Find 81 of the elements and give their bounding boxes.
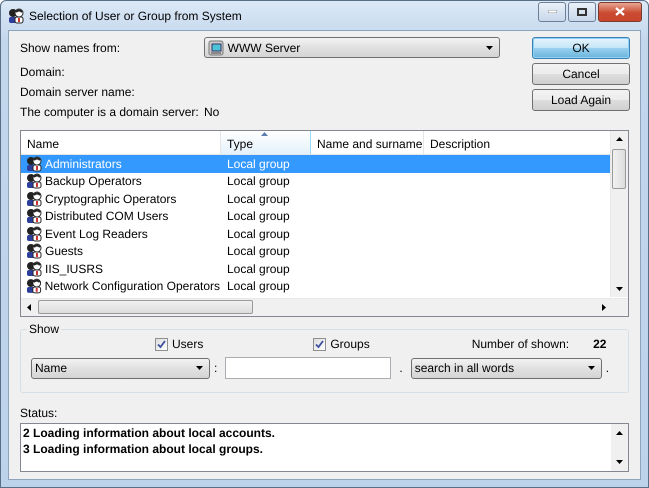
close-icon — [615, 7, 625, 16]
group-type: Local group — [226, 279, 290, 294]
search-mode-dropdown[interactable]: search in all words — [410, 358, 602, 378]
group-type: Local group — [226, 156, 290, 171]
column-header[interactable]: Type — [221, 131, 311, 154]
checkbox-label: Users — [172, 337, 204, 351]
count-value: 22 — [593, 337, 606, 351]
list-row[interactable]: IIS_IUSRS Local group — [21, 260, 613, 278]
window-title: Selection of User or Group from System — [29, 8, 243, 22]
source-dropdown[interactable]: WWW Server — [204, 37, 500, 58]
dialog-button[interactable]: Cancel — [532, 63, 630, 85]
vertical-scrollbar[interactable] — [611, 424, 628, 471]
status-label: Status: — [20, 406, 58, 420]
group-type: Local group — [226, 262, 290, 276]
dialog-button[interactable]: Load Again — [532, 89, 630, 111]
checkbox[interactable] — [313, 338, 326, 350]
scroll-thumb[interactable] — [38, 300, 253, 314]
checkbox[interactable] — [155, 338, 168, 350]
list-row[interactable]: Distributed COM Users Local group — [21, 208, 613, 225]
group-icon — [25, 208, 43, 224]
search-field[interactable] — [225, 357, 392, 379]
caret-icon — [196, 366, 203, 370]
scroll-up-icon[interactable] — [616, 431, 623, 435]
scroll-up-icon[interactable] — [616, 137, 623, 141]
vertical-scrollbar[interactable] — [610, 131, 628, 297]
group-name: Administrators — [44, 156, 123, 171]
scroll-left-icon[interactable] — [27, 304, 31, 311]
list-row[interactable]: Guests Local group — [21, 242, 613, 260]
sort-arrow-icon — [261, 132, 268, 136]
group-name: IIS_IUSRS — [44, 262, 104, 276]
column-header[interactable]: Name and surname — [311, 131, 424, 154]
list-row[interactable]: Cryptographic Operators Local group — [21, 190, 613, 208]
group-title: Show — [27, 322, 62, 336]
caret-icon — [588, 366, 595, 370]
minimize-button[interactable] — [538, 2, 566, 22]
scroll-down-icon[interactable] — [616, 460, 623, 464]
source-label: Show names from: — [20, 40, 122, 54]
checkbox-label: Groups — [330, 337, 370, 351]
separator: . — [399, 361, 403, 375]
group-icon — [25, 190, 43, 207]
scroll-thumb[interactable] — [612, 149, 626, 189]
separator: : — [214, 361, 218, 375]
status-line: 2 Loading information about local accounts. — [23, 425, 276, 441]
server-icon — [208, 40, 224, 56]
list-row[interactable]: Backup Operators Local group — [21, 172, 613, 190]
separator: . — [606, 361, 610, 375]
group-name: Guests — [44, 244, 84, 258]
group-name: Cryptographic Operators — [44, 192, 178, 206]
info-label: Domain: — [20, 65, 66, 79]
maximize-icon — [577, 8, 587, 16]
scroll-right-icon[interactable] — [602, 304, 606, 311]
field-dropdown[interactable]: Name — [31, 358, 210, 378]
maximize-button[interactable] — [568, 2, 596, 22]
info-value: No — [204, 105, 220, 119]
group-icon — [7, 8, 25, 24]
group-icon — [25, 173, 43, 190]
caret-icon — [486, 46, 493, 50]
scroll-down-icon[interactable] — [616, 287, 623, 291]
group-type: Local group — [226, 209, 290, 224]
group-type: Local group — [226, 192, 290, 206]
group-icon — [25, 278, 43, 294]
group-icon — [25, 260, 43, 277]
status-line: 3 Loading information about local groups. — [23, 441, 263, 457]
count-label: Number of shown: — [472, 337, 570, 351]
group-name: Event Log Readers — [44, 226, 149, 241]
list-row[interactable]: Event Log Readers Local group — [21, 225, 613, 242]
group-type: Local group — [226, 226, 290, 241]
info-label: Domain server name: — [20, 85, 136, 99]
group-name: Network Configuration Operators — [44, 279, 221, 294]
info-label: The computer is a domain server: — [20, 105, 200, 119]
group-icon — [25, 226, 43, 242]
group-icon — [25, 243, 43, 260]
group-name: Distributed COM Users — [44, 209, 170, 224]
close-button[interactable] — [598, 2, 642, 22]
group-type: Local group — [226, 244, 290, 258]
list-row[interactable]: Network Configuration Operators Local group — [21, 278, 613, 295]
group-name: Backup Operators — [44, 174, 143, 188]
minimize-icon — [548, 10, 556, 13]
group-type: Local group — [226, 174, 290, 188]
horizontal-scrollbar[interactable] — [21, 298, 628, 316]
dialog-button[interactable]: OK — [532, 37, 630, 59]
